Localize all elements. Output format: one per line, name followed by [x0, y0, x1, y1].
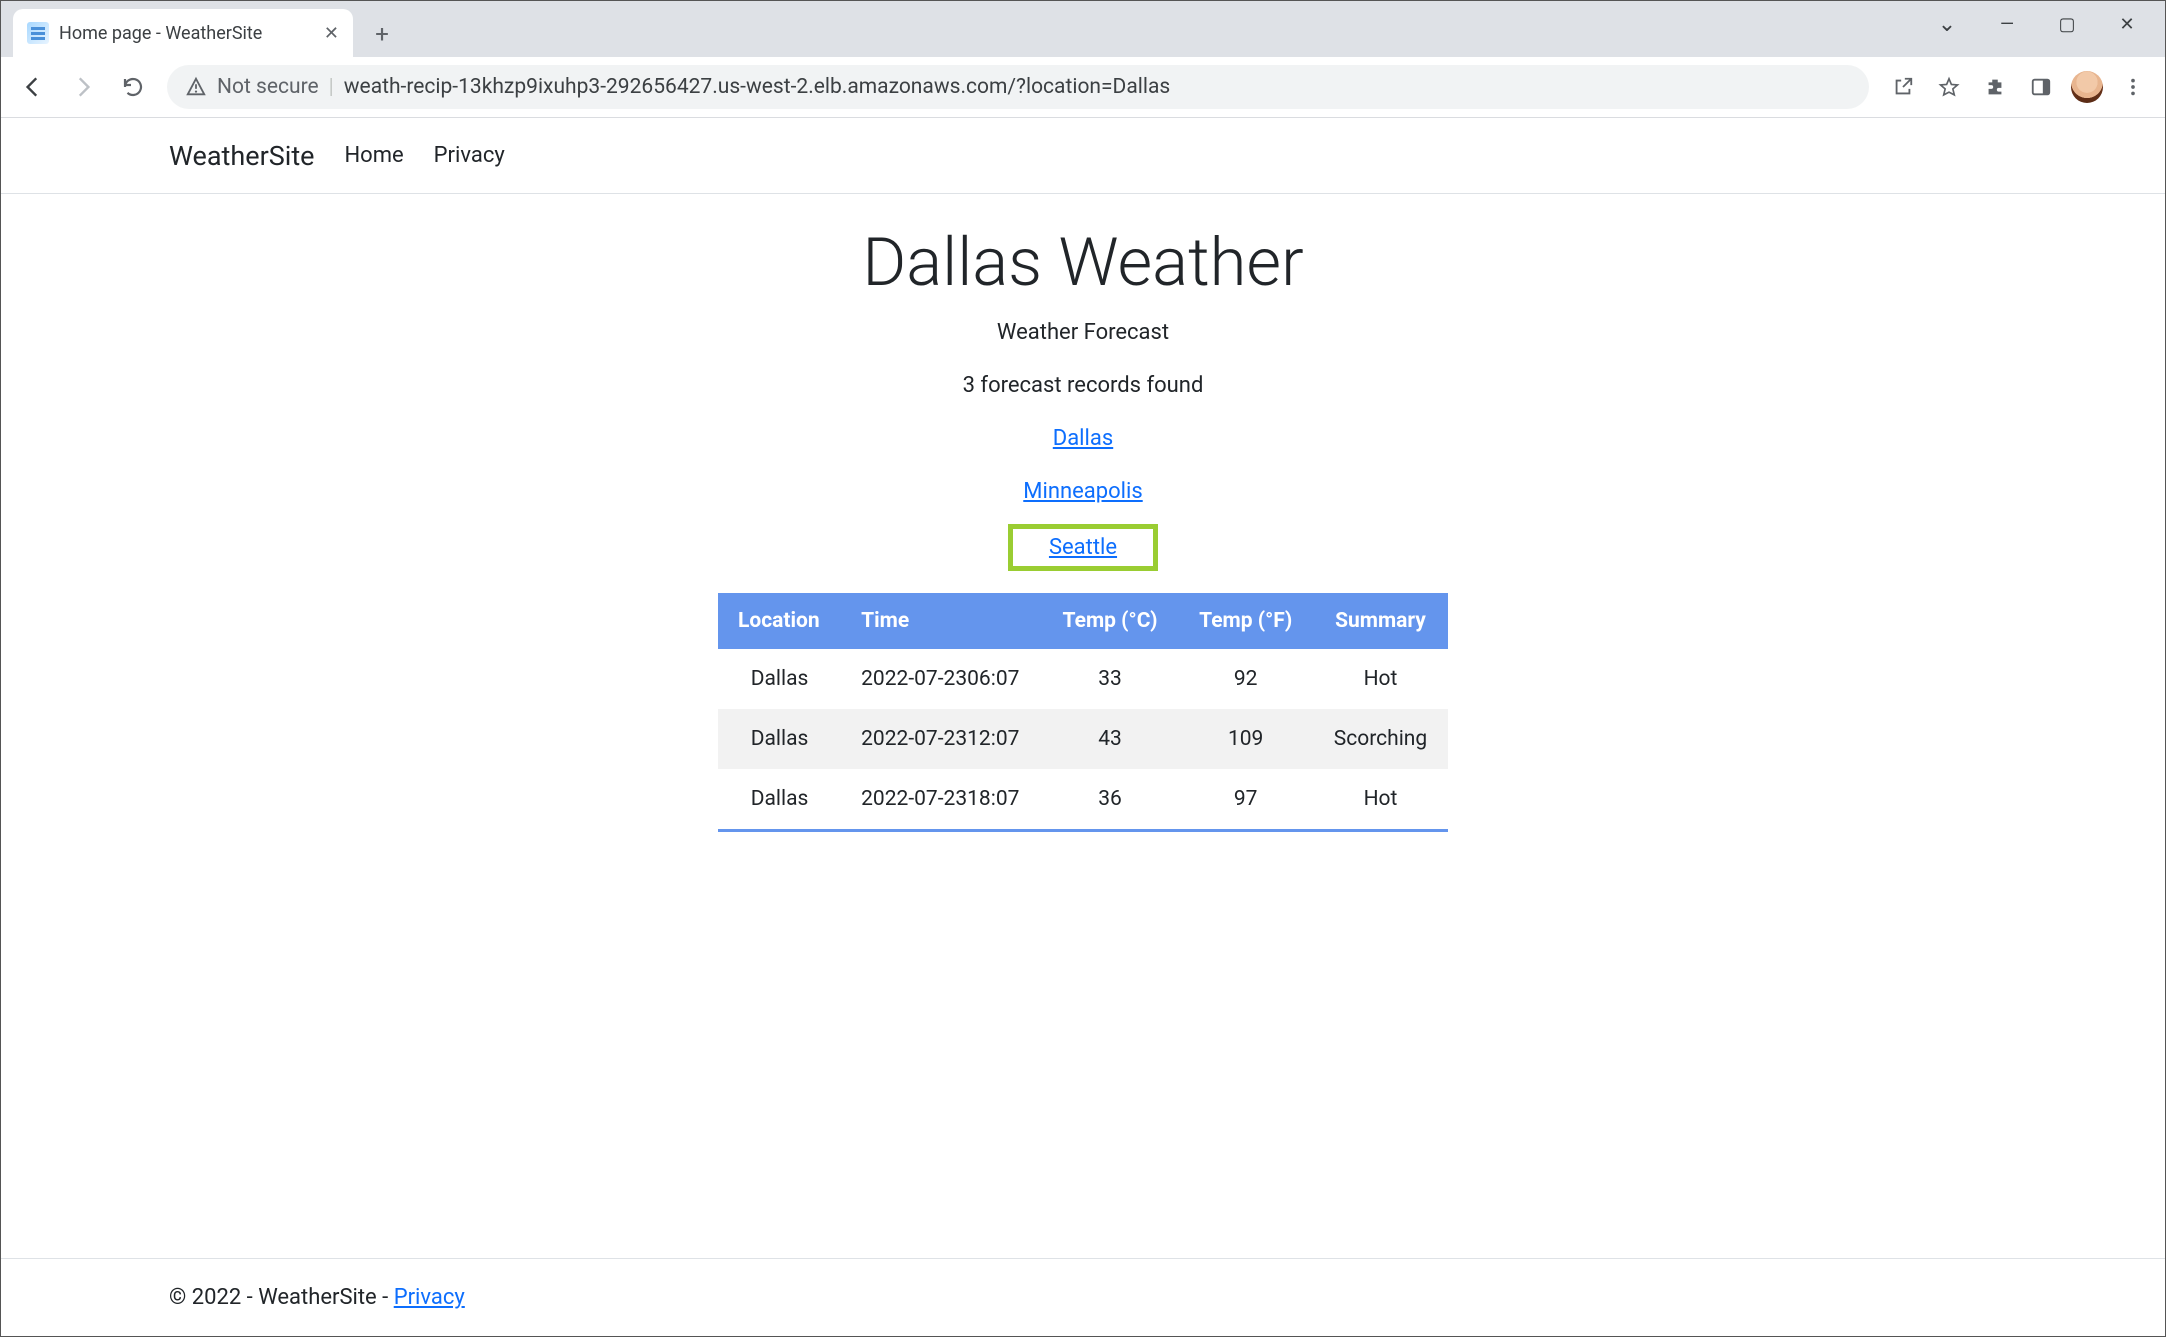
browser-tab[interactable]: Home page - WeatherSite ✕ — [13, 9, 353, 57]
tab-search-icon[interactable]: ⌄ — [1917, 3, 1977, 45]
subtitle: Weather Forecast — [997, 320, 1169, 345]
favicon-icon — [27, 22, 49, 44]
not-secure-label: Not secure — [217, 75, 319, 99]
toolbar-right — [1881, 65, 2155, 109]
table-row: Dallas 2022-07-2306:07 33 92 Hot — [718, 649, 1448, 709]
cell-location: Dallas — [718, 769, 841, 831]
tab-strip: Home page - WeatherSite ✕ + ⌄ — ▢ ✕ — [1, 1, 2165, 57]
share-icon[interactable] — [1881, 65, 1925, 109]
cell-summary: Hot — [1313, 769, 1448, 831]
cell-temp-c: 43 — [1042, 709, 1179, 769]
cell-time: 2022-07-2312:07 — [841, 709, 1042, 769]
new-tab-button[interactable]: + — [361, 13, 403, 55]
not-secure-icon — [185, 76, 207, 98]
col-temp-f: Temp (°F) — [1178, 593, 1313, 649]
col-temp-c: Temp (°C) — [1042, 593, 1179, 649]
location-link-minneapolis[interactable]: Minneapolis — [1023, 479, 1142, 504]
kebab-menu-icon[interactable] — [2111, 65, 2155, 109]
main-content: Dallas Weather Weather Forecast 3 foreca… — [1, 194, 2165, 1258]
url-text: weath-recip-13khzp9ixuhp3-292656427.us-w… — [344, 75, 1170, 99]
location-link-seattle[interactable]: Seattle — [1049, 535, 1117, 560]
location-link-wrap-highlighted: Seattle — [1008, 524, 1158, 571]
cell-summary: Scorching — [1313, 709, 1448, 769]
cell-time: 2022-07-2306:07 — [841, 649, 1042, 709]
browser-chrome: Home page - WeatherSite ✕ + ⌄ — ▢ ✕ Not … — [1, 1, 2165, 118]
cell-temp-f: 97 — [1178, 769, 1313, 831]
cell-temp-f: 109 — [1178, 709, 1313, 769]
close-tab-icon[interactable]: ✕ — [324, 23, 339, 44]
bookmark-star-icon[interactable] — [1927, 65, 1971, 109]
forecast-table: Location Time Temp (°C) Temp (°F) Summar… — [718, 593, 1448, 832]
profile-avatar[interactable] — [2071, 71, 2103, 103]
tab-title: Home page - WeatherSite — [59, 23, 262, 44]
side-panel-icon[interactable] — [2019, 65, 2063, 109]
extensions-icon[interactable] — [1973, 65, 2017, 109]
nav-link-privacy[interactable]: Privacy — [434, 143, 505, 168]
page: WeatherSite Home Privacy Dallas Weather … — [1, 118, 2165, 1336]
minimize-button[interactable]: — — [1977, 3, 2037, 45]
browser-toolbar: Not secure | weath-recip-13khzp9ixuhp3-2… — [1, 57, 2165, 118]
forward-button[interactable] — [61, 65, 105, 109]
cell-location: Dallas — [718, 709, 841, 769]
page-title: Dallas Weather — [862, 224, 1303, 302]
address-bar[interactable]: Not secure | weath-recip-13khzp9ixuhp3-2… — [167, 65, 1869, 109]
cell-temp-f: 92 — [1178, 649, 1313, 709]
url-separator: | — [329, 75, 334, 99]
footer-text: © 2022 - WeatherSite - — [169, 1285, 394, 1310]
window-controls: ⌄ — ▢ ✕ — [1917, 3, 2157, 45]
cell-summary: Hot — [1313, 649, 1448, 709]
close-window-button[interactable]: ✕ — [2097, 3, 2157, 45]
back-button[interactable] — [11, 65, 55, 109]
footer-privacy-link[interactable]: Privacy — [394, 1285, 465, 1310]
footer: © 2022 - WeatherSite - Privacy — [1, 1258, 2165, 1336]
brand[interactable]: WeatherSite — [169, 140, 314, 172]
cell-temp-c: 33 — [1042, 649, 1179, 709]
col-time: Time — [841, 593, 1042, 649]
location-link-dallas[interactable]: Dallas — [1053, 426, 1113, 451]
reload-button[interactable] — [111, 65, 155, 109]
table-row: Dallas 2022-07-2318:07 36 97 Hot — [718, 769, 1448, 831]
table-row: Dallas 2022-07-2312:07 43 109 Scorching — [718, 709, 1448, 769]
cell-temp-c: 36 — [1042, 769, 1179, 831]
col-summary: Summary — [1313, 593, 1448, 649]
records-found: 3 forecast records found — [963, 373, 1204, 398]
cell-time: 2022-07-2318:07 — [841, 769, 1042, 831]
nav-link-home[interactable]: Home — [344, 143, 403, 168]
col-location: Location — [718, 593, 841, 649]
site-nav: WeatherSite Home Privacy — [1, 118, 2165, 194]
location-link-wrap: Dallas — [1053, 426, 1113, 451]
maximize-button[interactable]: ▢ — [2037, 3, 2097, 45]
cell-location: Dallas — [718, 649, 841, 709]
table-header-row: Location Time Temp (°C) Temp (°F) Summar… — [718, 593, 1448, 649]
location-link-wrap: Minneapolis — [1023, 479, 1142, 504]
